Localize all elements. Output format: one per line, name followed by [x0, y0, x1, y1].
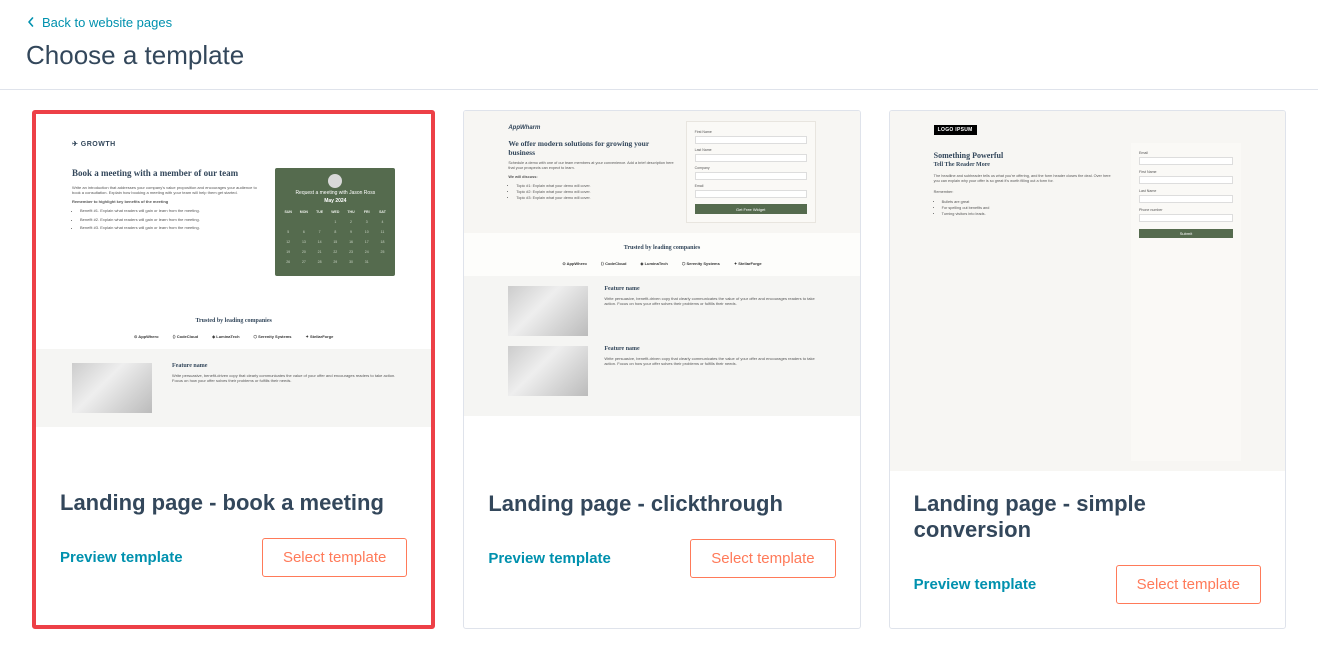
form-label: First Name	[1139, 170, 1233, 174]
feature-name: Feature name	[604, 346, 815, 352]
partner-logo: ⊙ AppWhero	[134, 334, 159, 339]
thumb-heading: Something Powerful	[934, 151, 1111, 160]
form-label: Phone number	[1139, 208, 1233, 212]
thumb-benefit: Benefit #3. Explain what readers will ga…	[80, 225, 261, 230]
template-name: Landing page - book a meeting	[60, 490, 407, 516]
back-link[interactable]: Back to website pages	[26, 15, 172, 30]
thumb-logo: AppWharm	[508, 125, 675, 131]
thumb-intro: Schedule a demo with one of our team mem…	[508, 161, 675, 171]
feature-name: Feature name	[604, 286, 815, 292]
template-card-clickthrough: AppWharm We offer modern solutions for g…	[463, 110, 860, 629]
feature-text: Write persuasive, benefit-driven copy th…	[172, 373, 395, 383]
template-thumbnail[interactable]: ✈ GROWTH Book a meeting with a member of…	[36, 114, 431, 470]
form-label: Last Name	[695, 148, 807, 152]
page-title: Choose a template	[26, 40, 1292, 71]
feature-image	[508, 286, 588, 336]
feature-name: Feature name	[172, 363, 395, 369]
thumb-benefit: Benefit #1. Explain what readers will ga…	[80, 208, 261, 213]
preview-template-link[interactable]: Preview template	[60, 549, 183, 566]
select-template-button[interactable]: Select template	[262, 538, 407, 577]
select-template-button[interactable]: Select template	[1116, 565, 1261, 604]
feature-text: Write persuasive, benefit-driven copy th…	[604, 296, 815, 306]
partner-logo: ⟨⟩ CodeCloud	[173, 334, 199, 339]
form-label: Email	[695, 184, 807, 188]
calendar-month: May 2024	[281, 198, 389, 204]
template-grid: ✈ GROWTH Book a meeting with a member of…	[0, 90, 1318, 649]
partner-logo: ⊙ AppWhero	[562, 261, 587, 266]
page-header: Back to website pages Choose a template	[0, 0, 1318, 90]
form-label: Company	[695, 166, 807, 170]
thumb-subheading: Tell The Reader More	[934, 162, 1111, 168]
thumb-form: First Name Last Name Company Email Get F…	[686, 121, 816, 223]
feature-text: Write persuasive, benefit-driven copy th…	[604, 356, 815, 366]
thumb-form: Email First Name Last Name Phone number …	[1131, 143, 1241, 461]
form-label: Last Name	[1139, 189, 1233, 193]
thumb-bullet: Bullets are great	[942, 200, 1111, 204]
thumb-bullet: Turning visitors into leads.	[942, 212, 1111, 216]
thumb-benefit: Benefit #2. Explain what readers will ga…	[80, 217, 261, 222]
template-name: Landing page - clickthrough	[488, 491, 835, 517]
thumb-heading: We offer modern solutions for growing yo…	[508, 139, 675, 157]
form-submit-button: Submit	[1139, 229, 1233, 238]
form-submit-button: Get Free Widget	[695, 204, 807, 214]
thumb-calendar: Request a meeting with Jason Ross May 20…	[275, 168, 395, 276]
thumb-topic: Topic #3: Explain what your demo will co…	[516, 196, 675, 200]
thumb-logo: LOGO IPSUM	[934, 125, 977, 135]
thumb-discuss-label: We will discuss:	[508, 175, 675, 180]
template-thumbnail[interactable]: AppWharm We offer modern solutions for g…	[464, 111, 859, 471]
partner-logo: ✦ StellarForge	[734, 261, 762, 266]
partner-logo: ⟨⟩ CodeCloud	[601, 261, 627, 266]
partner-logo: ◈ LuminaTech	[212, 334, 239, 339]
thumb-topic: Topic #2: Explain what your demo will co…	[516, 190, 675, 194]
calendar-grid: SUNMONTUEWEDTHUFRISAT 1234 567891011 121…	[281, 208, 389, 266]
thumb-topic: Topic #1: Explain what your demo will co…	[516, 184, 675, 188]
trusted-heading: Trusted by leading companies	[36, 318, 431, 324]
feature-image	[72, 363, 152, 413]
template-card-simple-conversion: LOGO IPSUM Something Powerful Tell The R…	[889, 110, 1286, 629]
thumb-intro: The headline and subheader tells us what…	[934, 174, 1111, 185]
form-label: Email	[1139, 151, 1233, 155]
preview-template-link[interactable]: Preview template	[914, 576, 1037, 593]
calendar-title: Request a meeting with Jason Ross	[281, 190, 389, 196]
partner-logo: ◈ LuminaTech	[640, 261, 667, 266]
chevron-left-icon	[26, 17, 36, 27]
back-link-label: Back to website pages	[42, 15, 172, 30]
preview-template-link[interactable]: Preview template	[488, 550, 611, 567]
avatar-icon	[328, 174, 342, 188]
thumb-heading: Book a meeting with a member of our team	[72, 168, 261, 179]
thumb-bold-line: Remember to highlight key benefits of th…	[72, 199, 261, 204]
template-card-book-meeting: ✈ GROWTH Book a meeting with a member of…	[32, 110, 435, 629]
select-template-button[interactable]: Select template	[690, 539, 835, 578]
trusted-heading: Trusted by leading companies	[464, 245, 859, 251]
form-label: First Name	[695, 130, 807, 134]
thumb-logo: ✈ GROWTH	[72, 140, 395, 148]
template-name: Landing page - simple conversion	[914, 491, 1261, 543]
partner-logo: ⬡ Serenity Systems	[254, 334, 292, 339]
thumb-remember: Remember:	[934, 190, 1111, 195]
partner-logo: ✦ StellarForge	[306, 334, 334, 339]
thumb-bullet: For spelling out benefits and	[942, 206, 1111, 210]
thumb-intro: Write an introduction that addresses you…	[72, 185, 261, 195]
template-thumbnail[interactable]: LOGO IPSUM Something Powerful Tell The R…	[890, 111, 1285, 471]
feature-image	[508, 346, 588, 396]
partner-logo: ⬡ Serenity Systems	[682, 261, 720, 266]
